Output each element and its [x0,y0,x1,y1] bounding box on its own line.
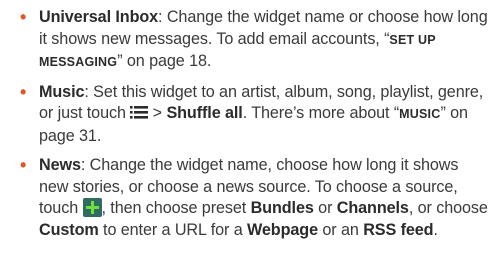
item-text: ” on page 18. [117,52,212,70]
list-item-music: • Music: Set this widget to an artist, a… [10,82,489,148]
item-term: Universal Inbox [39,8,159,26]
option-channels: Channels [336,199,409,217]
item-term: Music [39,82,85,101]
bullet: • [20,81,27,102]
option-custom: Custom [39,220,99,239]
item-text: , then choose preset [101,199,251,217]
item-text: > [148,104,167,122]
item-text: . [433,220,438,239]
option-webpage: Webpage [247,220,318,239]
bullet: • [20,155,27,175]
item-term: News [39,156,81,174]
item-text: or an [317,220,364,239]
item-text: , or choose [408,199,488,217]
cross-reference: MUSIC [399,107,441,121]
option-bundles: Bundles [250,199,314,217]
list-item-news: • News: Change the widget name, choose h… [10,155,489,241]
plus-icon [82,198,102,217]
document-page: • Universal Inbox: Change the widget nam… [0,0,499,280]
bullet: • [20,7,27,27]
option-rss-feed: RSS feed [363,220,434,239]
item-action: Shuffle all [166,104,243,122]
item-text: to enter a URL for a [98,220,248,239]
item-text: . There’s more about “ [242,104,400,122]
item-text: or [313,199,337,217]
list-item-universal-inbox: • Universal Inbox: Change the widget nam… [10,7,489,74]
menu-icon [130,105,149,120]
